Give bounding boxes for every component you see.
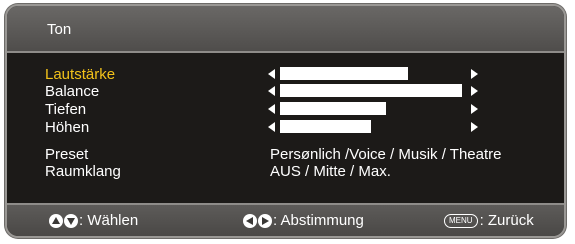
preset-value[interactable]: Persønlich /Voice / Musik / Theatre (270, 146, 501, 163)
select-hint-label: : Wählen (79, 212, 139, 229)
arrow-left-icon[interactable] (268, 122, 275, 132)
footer-bar: : Wählen : Abstimmung MENU : Zurück (7, 205, 564, 236)
select-hint: : Wählen (49, 212, 138, 229)
adjust-hint: : Abstimmung (243, 212, 364, 229)
arrow-left-icon[interactable] (268, 104, 275, 114)
title-bar: Ton (7, 6, 564, 51)
slider-track (280, 120, 466, 133)
slider-fill (280, 67, 409, 80)
menu-item-hoehen[interactable]: Höhen (45, 119, 89, 136)
slider-fill (280, 120, 372, 133)
back-hint-label: : Zurück (479, 212, 534, 229)
left-arrow-icon (243, 213, 257, 228)
menu-item-tiefen[interactable]: Tiefen (45, 101, 86, 118)
arrow-left-icon[interactable] (268, 69, 275, 79)
divider-top (7, 51, 564, 53)
slider-track (280, 102, 466, 115)
back-hint: MENU : Zurück (444, 212, 534, 229)
menu-item-raumklang[interactable]: Raumklang (45, 163, 121, 180)
arrow-right-icon[interactable] (471, 86, 478, 96)
balance-slider[interactable] (268, 83, 478, 98)
adjust-hint-label: : Abstimmung (273, 212, 364, 229)
slider-track (280, 67, 466, 80)
menu-item-balance[interactable]: Balance (45, 83, 99, 100)
tv-osd-menu: Ton Lautstärke Balance Tiefen Höhen Pres… (5, 4, 566, 238)
hoehen-slider[interactable] (268, 119, 478, 134)
lautstaerke-slider[interactable] (268, 66, 478, 81)
right-arrow-icon (258, 213, 272, 228)
menu-item-lautstaerke[interactable]: Lautstärke (45, 66, 115, 83)
slider-fill (280, 102, 387, 115)
arrow-left-icon[interactable] (268, 86, 275, 96)
down-arrow-icon (64, 213, 78, 228)
menu-item-preset[interactable]: Preset (45, 146, 88, 163)
up-arrow-icon (49, 213, 63, 228)
arrow-right-icon[interactable] (471, 122, 478, 132)
arrow-right-icon[interactable] (471, 69, 478, 79)
menu-key-icon: MENU (444, 213, 478, 228)
slider-track (280, 84, 466, 97)
arrow-right-icon[interactable] (471, 104, 478, 114)
menu-title: Ton (47, 21, 72, 38)
slider-fill (280, 84, 463, 97)
tiefen-slider[interactable] (268, 101, 478, 116)
raumklang-value[interactable]: AUS / Mitte / Max. (270, 163, 391, 180)
